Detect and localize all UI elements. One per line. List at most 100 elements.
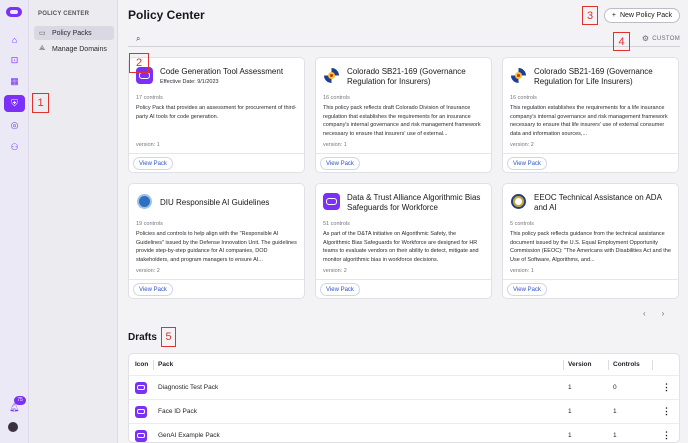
- table-header: Icon Pack Version Controls: [129, 354, 679, 376]
- policy-pack-card: Data & Trust Alliance Algorithmic Bias S…: [315, 183, 492, 299]
- column-divider: [563, 360, 564, 370]
- archive-icon: ▭: [39, 30, 46, 37]
- draft-version: 1: [568, 384, 572, 391]
- drafts-table: Icon Pack Version Controls Diagnostic Te…: [128, 353, 680, 443]
- column-header-version[interactable]: Version: [568, 361, 591, 368]
- eeoc-seal-icon: [510, 193, 527, 210]
- grid-icon[interactable]: ▦: [4, 73, 25, 90]
- view-pack-button[interactable]: View Pack: [320, 157, 360, 170]
- custom-filter-label: CUSTOM: [652, 35, 680, 42]
- more-options-icon[interactable]: ⋮: [662, 430, 671, 441]
- column-header-controls[interactable]: Controls: [613, 361, 640, 368]
- pagination: ‹ ›: [643, 309, 664, 318]
- more-options-icon[interactable]: ⋮: [662, 406, 671, 417]
- draft-pack-name: Face ID Pack: [158, 408, 198, 415]
- card-controls-count: 51 controls: [323, 221, 350, 227]
- card-description: Policy Pack that provides an assessment …: [136, 105, 297, 120]
- policy-pack-card: Colorado SB21-169 (Governance Regulation…: [315, 57, 492, 173]
- card-divider: [129, 279, 304, 280]
- pack-logo-icon: [135, 429, 147, 442]
- app-logo-icon[interactable]: [6, 7, 22, 17]
- annotation-marker-5: 5: [161, 327, 176, 347]
- column-divider: [608, 360, 609, 370]
- card-description: This policy pack reflects guidance from …: [510, 231, 671, 263]
- view-pack-button[interactable]: View Pack: [507, 157, 547, 170]
- plus-icon: +: [611, 12, 616, 19]
- card-version: version: 1: [510, 268, 534, 274]
- sidebar-title: POLICY CENTER: [38, 11, 90, 17]
- card-title: EEOC Technical Assistance on ADA and AI: [534, 193, 662, 212]
- search-icon: ⌕: [136, 33, 141, 43]
- draft-version: 1: [568, 432, 572, 439]
- draft-controls: 0: [613, 384, 617, 391]
- card-version: version: 2: [323, 268, 347, 274]
- scan-icon[interactable]: ⊡: [4, 52, 25, 69]
- page-title: Policy Center: [128, 8, 205, 22]
- new-policy-pack-button[interactable]: + New Policy Pack: [604, 8, 680, 23]
- draft-pack-name: Diagnostic Test Pack: [158, 384, 219, 391]
- card-version: version: 1: [136, 142, 160, 148]
- main-content: Policy Center + New Policy Pack ⌕ ⚙ CUST…: [118, 0, 688, 443]
- column-header-icon: Icon: [135, 361, 149, 368]
- column-divider: [153, 360, 154, 370]
- card-version: version: 2: [136, 268, 160, 274]
- card-description: This policy pack reflects draft Colorado…: [323, 105, 481, 137]
- card-title: Colorado SB21-169 (Governance Regulation…: [347, 67, 466, 86]
- card-description: Policies and controls to help align with…: [136, 231, 297, 263]
- card-divider: [316, 153, 491, 154]
- draft-version: 1: [568, 408, 572, 415]
- card-divider: [129, 153, 304, 154]
- annotation-marker-1: 1: [32, 93, 49, 113]
- sidebar-item-policy-packs[interactable]: ▭ Policy Packs: [34, 26, 114, 40]
- more-options-icon[interactable]: ⋮: [662, 382, 671, 393]
- custom-filter-button[interactable]: ⚙ CUSTOM: [642, 34, 680, 43]
- card-divider: [503, 279, 678, 280]
- card-controls-count: 19 controls: [136, 221, 163, 227]
- card-description: As part of the D&TA initiative on Algori…: [323, 231, 479, 263]
- sidebar-item-label: Policy Packs: [52, 29, 92, 37]
- new-policy-pack-label: New Policy Pack: [619, 12, 673, 19]
- column-divider: [652, 360, 653, 370]
- card-controls-count: 16 controls: [323, 95, 350, 101]
- annotation-marker-4: 4: [613, 32, 630, 51]
- card-title: Data & Trust Alliance Algorithmic Bias S…: [347, 193, 481, 212]
- card-controls-count: 5 controls: [510, 221, 534, 227]
- annotation-marker-2: 2: [129, 53, 149, 73]
- avatar[interactable]: [8, 422, 18, 432]
- card-title: DIU Responsible AI Guidelines: [160, 198, 270, 207]
- view-pack-button[interactable]: View Pack: [133, 283, 173, 296]
- annotation-marker-3: 3: [582, 6, 598, 25]
- pack-logo-icon: [135, 405, 147, 418]
- table-row[interactable]: Diagnostic Test Pack 1 0 ⋮: [129, 376, 679, 400]
- view-pack-button[interactable]: View Pack: [507, 283, 547, 296]
- target-icon[interactable]: ◎: [4, 117, 25, 134]
- drafts-heading: Drafts: [128, 332, 157, 343]
- policy-pack-card: Code Generation Tool Assessment Effectiv…: [128, 57, 305, 173]
- notification-badge: 75: [14, 396, 26, 405]
- draft-controls: 1: [613, 432, 617, 439]
- table-row[interactable]: Face ID Pack 1 1 ⋮: [129, 400, 679, 424]
- view-pack-button[interactable]: View Pack: [133, 157, 173, 170]
- policy-pack-grid: Code Generation Tool Assessment Effectiv…: [128, 57, 680, 299]
- policy-pack-card: Colorado SB21-169 (Governance Regulation…: [502, 57, 679, 173]
- home-icon[interactable]: ⌂: [4, 31, 25, 48]
- chevron-right-icon[interactable]: ›: [662, 309, 665, 318]
- policy-pack-card: DIU Responsible AI Guidelines 19 control…: [128, 183, 305, 299]
- card-effective-date: Effective Date: 9/1/2023: [160, 79, 219, 85]
- diu-logo-icon: [136, 193, 153, 210]
- view-pack-button[interactable]: View Pack: [320, 283, 360, 296]
- search-input[interactable]: [146, 31, 680, 46]
- policy-pack-card: EEOC Technical Assistance on ADA and AI …: [502, 183, 679, 299]
- users-icon[interactable]: ⚇: [4, 139, 25, 156]
- column-header-pack[interactable]: Pack: [158, 361, 173, 368]
- sidebar-item-manage-domains[interactable]: ⟁ Manage Domains: [34, 42, 114, 56]
- table-row[interactable]: GenAI Example Pack 1 1 ⋮: [129, 424, 679, 442]
- card-divider: [503, 153, 678, 154]
- card-description: This regulation establishes the requirem…: [510, 105, 668, 137]
- sidebar-item-label: Manage Domains: [52, 45, 107, 53]
- chevron-left-icon[interactable]: ‹: [643, 309, 646, 318]
- card-controls-count: 16 controls: [510, 95, 537, 101]
- pack-logo-icon: [135, 381, 147, 394]
- shield-icon[interactable]: ⛨: [4, 95, 25, 112]
- search-bar: ⌕ ⚙ CUSTOM: [128, 31, 680, 47]
